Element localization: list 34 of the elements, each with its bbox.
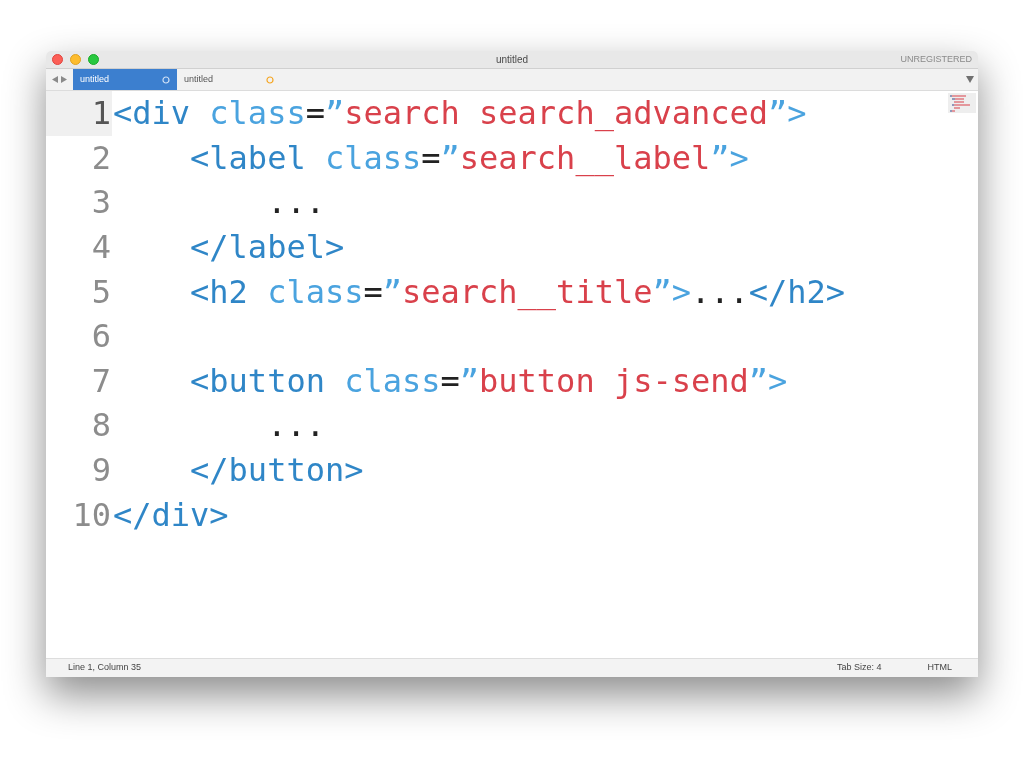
code-line: ... xyxy=(266,405,325,447)
unsaved-dot-icon[interactable] xyxy=(162,75,170,84)
code-line: </div> xyxy=(112,494,229,536)
unsaved-dot-icon[interactable] xyxy=(266,75,274,84)
code-line: </label> xyxy=(189,227,345,269)
minimap-drawing[interactable] xyxy=(948,93,976,113)
line-number: 1 xyxy=(91,93,111,135)
dropdown-icon[interactable] xyxy=(966,76,974,83)
cursor-position: Line 1, Column 35 xyxy=(68,661,142,675)
code-line: <h2 class=”search__title”>...</h2> xyxy=(189,271,846,313)
line-number: 3 xyxy=(91,182,111,224)
line-number: 4 xyxy=(91,227,111,269)
syntax-label[interactable]: HTML xyxy=(927,661,952,675)
code-line: <button class=”button js-send”> xyxy=(189,360,788,402)
close-button[interactable] xyxy=(52,54,63,65)
line-number: 2 xyxy=(91,137,111,179)
line-number: 10 xyxy=(72,494,111,536)
code-line: ... xyxy=(266,182,325,224)
window-title: untitled xyxy=(495,53,529,67)
line-number: 9 xyxy=(91,450,111,492)
minimize-button[interactable] xyxy=(70,54,81,65)
zoom-button[interactable] xyxy=(88,54,99,65)
line-number: 6 xyxy=(91,316,111,358)
back-icon[interactable] xyxy=(52,76,58,83)
code-line: <label class=”search__label”> xyxy=(189,137,749,179)
code-line: <div class=”search search_advanced”> xyxy=(112,93,807,135)
code-line: </button> xyxy=(189,450,364,492)
line-number: 5 xyxy=(91,271,111,313)
unregistered-label: UNREGISTERED xyxy=(900,52,972,66)
line-number: 7 xyxy=(91,360,111,402)
forward-icon[interactable] xyxy=(61,76,67,83)
tab[interactable]: untitled xyxy=(73,69,177,90)
tab-size[interactable]: Tab Size: 4 xyxy=(836,661,882,675)
line-number: 8 xyxy=(91,405,111,447)
